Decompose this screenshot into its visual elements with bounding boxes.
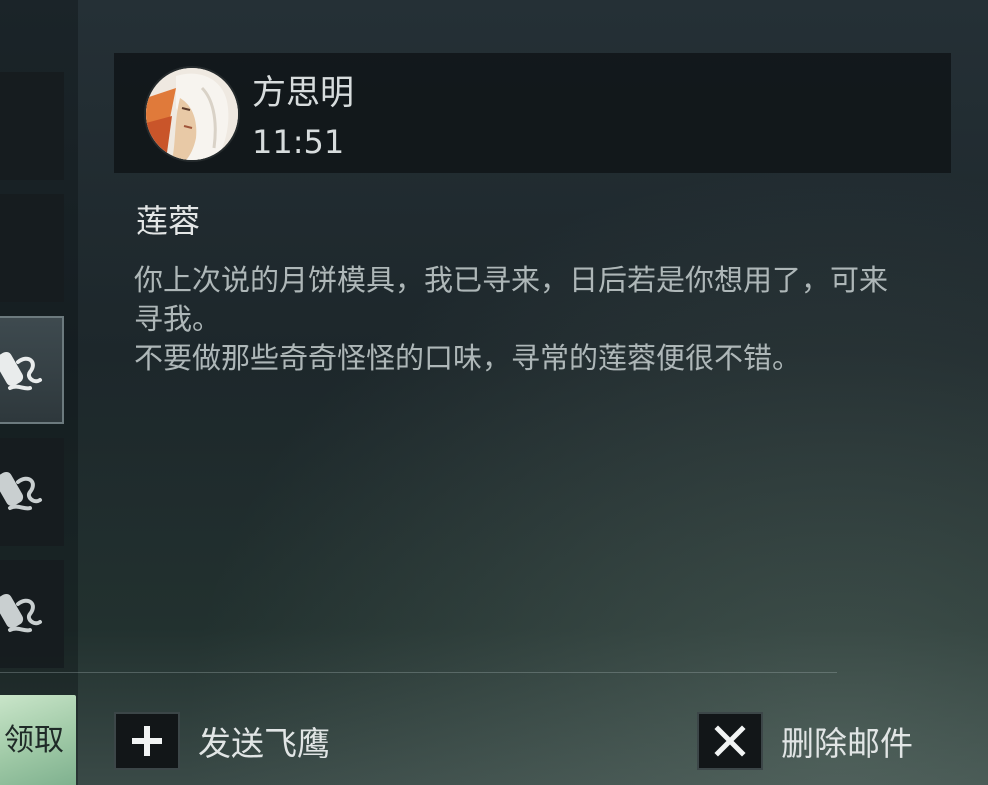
mail-list-item[interactable] — [0, 72, 64, 180]
delete-mail-button[interactable]: 删除邮件 — [697, 710, 913, 772]
send-eagle-button[interactable]: 发送飞鹰 — [114, 710, 330, 772]
mail-body-paragraph: 不要做那些奇奇怪怪的口味，寻常的莲蓉便很不错。 — [134, 341, 802, 375]
mail-time: 11:51 — [252, 123, 345, 161]
divider — [0, 672, 837, 673]
scroll-icon — [0, 471, 42, 511]
scroll-icon — [0, 351, 42, 391]
plus-icon — [114, 712, 180, 770]
send-eagle-label: 发送飞鹰 — [198, 724, 330, 763]
mail-header: 方思明 11:51 — [114, 53, 951, 173]
mail-list-item-selected[interactable] — [0, 316, 64, 424]
mail-subject: 莲蓉 — [136, 202, 201, 240]
sender-name: 方思明 — [252, 73, 354, 113]
mail-body: 你上次说的月饼模具，我已寻来，日后若是你想用了，可来寻我。 不要做那些奇奇怪怪的… — [134, 261, 904, 378]
avatar-portrait — [146, 68, 238, 160]
mail-list-item[interactable] — [0, 194, 64, 302]
claim-button-label: 领取 — [4, 723, 64, 758]
mail-body-paragraph: 你上次说的月饼模具，我已寻来，日后若是你想用了，可来寻我。 — [134, 263, 889, 336]
claim-button[interactable]: 领取 — [0, 695, 76, 785]
mail-list-item[interactable] — [0, 560, 64, 668]
scroll-icon — [0, 593, 42, 633]
mail-list-item[interactable] — [0, 438, 64, 546]
mail-list: 领取 — [0, 0, 78, 785]
close-icon — [697, 712, 763, 770]
avatar — [146, 68, 238, 160]
delete-mail-label: 删除邮件 — [781, 724, 913, 763]
mail-detail-panel: 方思明 11:51 莲蓉 你上次说的月饼模具，我已寻来，日后若是你想用了，可来寻… — [114, 53, 951, 673]
